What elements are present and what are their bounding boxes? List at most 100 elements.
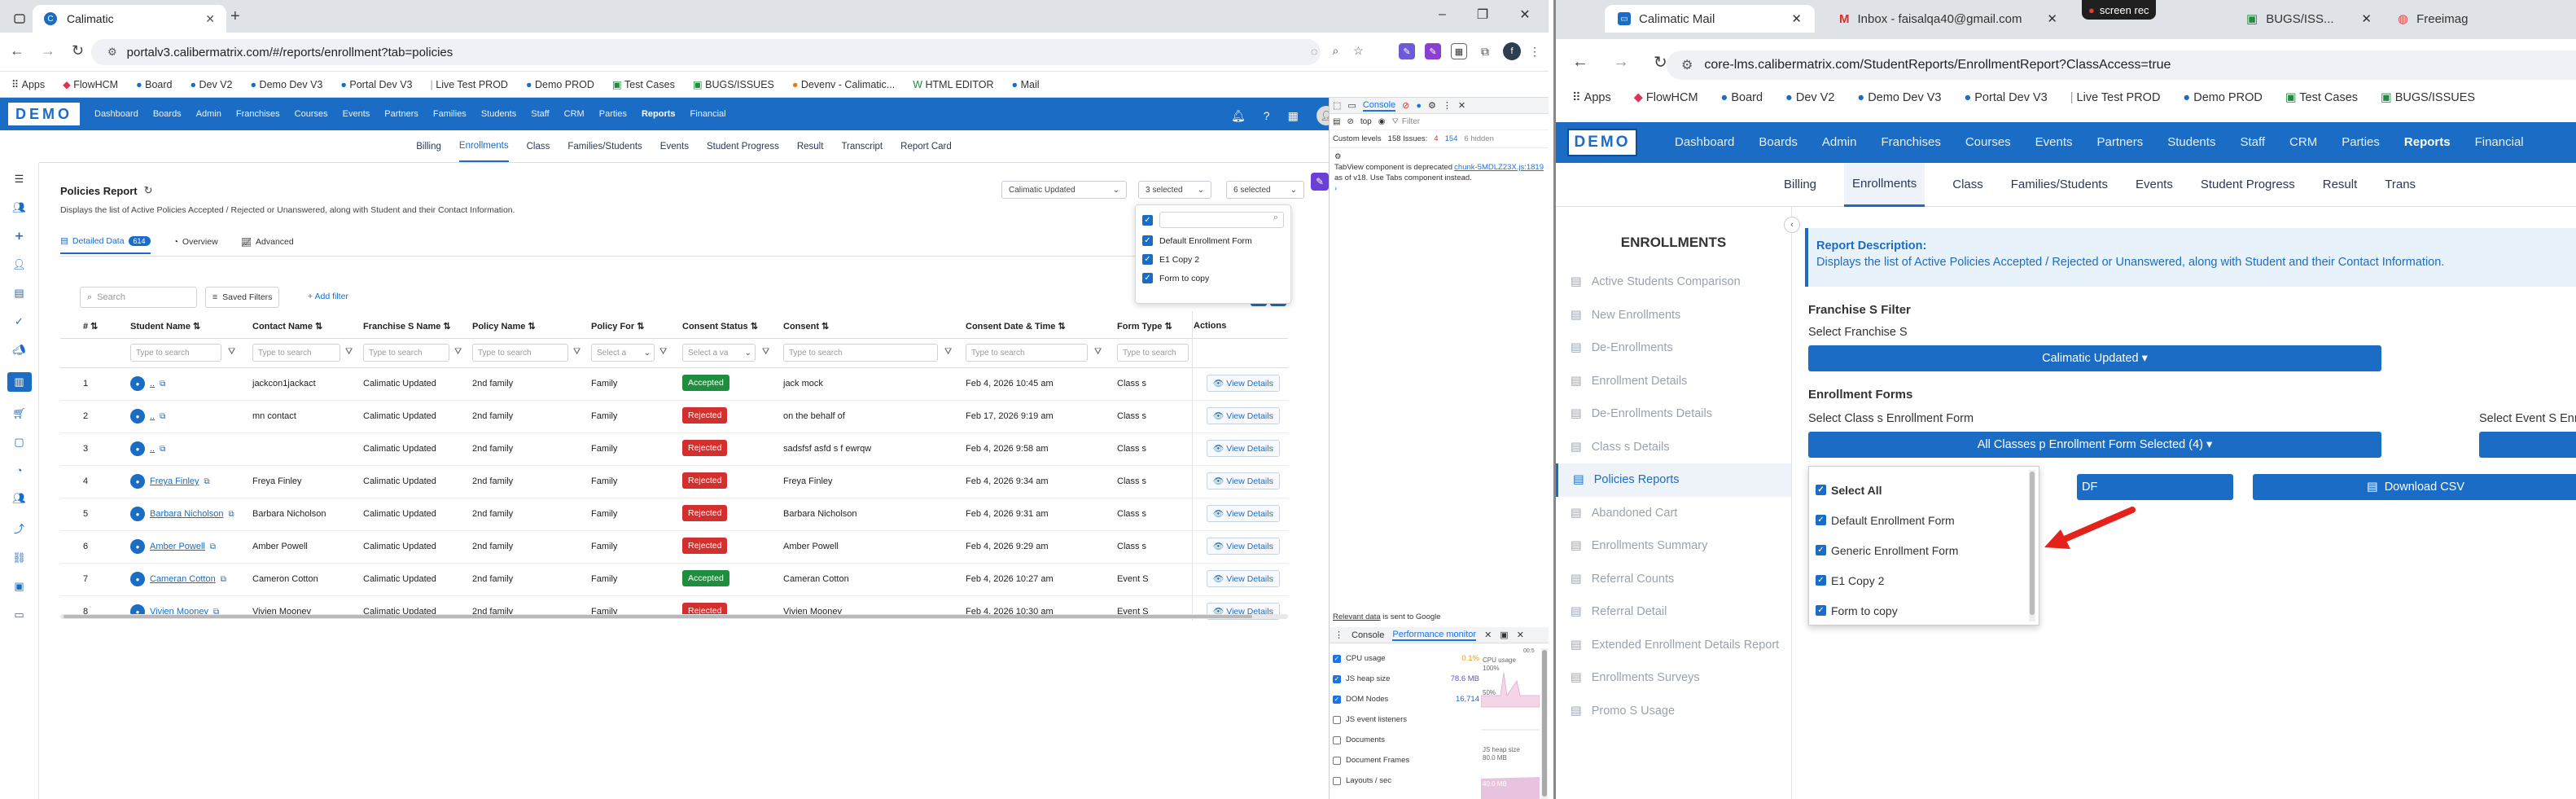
nav-courses[interactable]: Courses bbox=[295, 109, 328, 119]
zoom-icon[interactable]: ⌕ bbox=[1332, 44, 1338, 58]
close-tab-icon[interactable]: ✕ bbox=[205, 12, 215, 26]
tab-events[interactable]: Events bbox=[660, 142, 689, 151]
minimize-icon[interactable]: – bbox=[1439, 7, 1446, 22]
bookmark-portal-dev-v3[interactable]: ● Portal Dev V3 bbox=[340, 79, 412, 90]
tab-billing[interactable]: Billing bbox=[416, 142, 441, 151]
close-tab-icon[interactable]: ✕ bbox=[1484, 630, 1492, 640]
external-link-icon[interactable]: ⧉ bbox=[204, 477, 210, 486]
contact-filter-input[interactable]: Type to search bbox=[252, 344, 340, 362]
student-link[interactable]: Barbara Nicholson bbox=[150, 509, 224, 519]
status-select[interactable]: Select a va ⌄ bbox=[682, 344, 756, 362]
sidebar-item[interactable]: ▤ Referral Counts bbox=[1556, 563, 1791, 596]
bookmark-flowhcm[interactable]: ◆ FlowHCM bbox=[1634, 91, 1698, 104]
tab-transcript[interactable]: Trans bbox=[2385, 178, 2416, 191]
checklist-option[interactable]: ✓ Select All bbox=[1809, 475, 2039, 505]
drawer-performance-tab[interactable]: Performance monitor bbox=[1392, 630, 1477, 641]
nav-admin[interactable]: Admin bbox=[1822, 135, 1857, 149]
view-details-button[interactable]: 👁︎ View Details bbox=[1207, 570, 1280, 587]
perf-metric-row[interactable]: ✓ CPU usage 0.1% bbox=[1333, 648, 1479, 669]
student-link[interactable]: Amber Powell bbox=[150, 542, 205, 551]
nav-staff[interactable]: Staff bbox=[531, 109, 549, 119]
browser-tab-bugs[interactable]: ▣ BUGS/ISS... ✕ bbox=[2233, 5, 2385, 33]
metric-checkbox[interactable]: ✓ bbox=[1333, 674, 1341, 683]
header-contact-name[interactable]: Contact Name ⇅ bbox=[252, 321, 322, 331]
bookmark-demo-dev-v3[interactable]: ● Demo Dev V3 bbox=[1857, 91, 1941, 104]
menu-kebab-icon[interactable]: ⋮ bbox=[1443, 100, 1452, 111]
bookmark-test-cases[interactable]: ▣ Test Cases bbox=[612, 78, 675, 90]
eye-icon[interactable]: ◉ bbox=[1378, 117, 1386, 126]
dropdown-scrollbar-thumb[interactable] bbox=[2030, 472, 2035, 615]
option-checkbox[interactable]: ✓ bbox=[1142, 235, 1153, 246]
nav-crm[interactable]: CRM bbox=[2289, 135, 2317, 149]
view-details-button[interactable]: 👁︎ View Details bbox=[1207, 440, 1280, 457]
nav-admin[interactable]: Admin bbox=[196, 109, 221, 119]
bookmark-board[interactable]: ● Board bbox=[136, 79, 172, 90]
bookmark-dev-v2[interactable]: ● Dev V2 bbox=[190, 79, 232, 90]
cart-icon[interactable]: 🛒︎ bbox=[12, 407, 26, 420]
option-checkbox[interactable]: ✓ bbox=[1816, 605, 1826, 616]
doc-icon[interactable]: ▣ bbox=[14, 580, 24, 593]
checklist-option[interactable]: ✓ Generic Enrollment Form bbox=[1809, 535, 2039, 565]
drawer-console-tab[interactable]: Console bbox=[1352, 630, 1384, 640]
add-filter-button[interactable]: + Add filter bbox=[308, 292, 348, 301]
option-checkbox[interactable]: ✓ bbox=[1142, 254, 1153, 265]
tab-families-students[interactable]: Families/Students bbox=[2011, 178, 2108, 191]
browser-tab-calimatic[interactable]: C Calimatic ✕ bbox=[33, 5, 226, 33]
nav-courses[interactable]: Courses bbox=[1965, 135, 2011, 149]
option-checkbox[interactable]: ✓ bbox=[1816, 515, 1826, 525]
nav-franchises[interactable]: Franchises bbox=[1881, 135, 1940, 149]
sidebar-item[interactable]: ▤ De-Enrollments bbox=[1556, 331, 1791, 365]
sidebar-item[interactable]: ▤ De-Enrollments Details bbox=[1556, 397, 1791, 431]
header-consent-status[interactable]: Consent Status ⇅ bbox=[682, 321, 758, 331]
nav-franchises[interactable]: Franchises bbox=[236, 109, 280, 119]
checklist-option[interactable]: ✓ Form to copy bbox=[1809, 595, 2039, 626]
option-checkbox[interactable]: ✓ bbox=[1816, 545, 1826, 555]
share-icon[interactable]: ⤴ bbox=[14, 520, 24, 536]
nav-crm[interactable]: CRM bbox=[564, 109, 585, 119]
download-csv-button[interactable]: ▤ Download CSV bbox=[2253, 474, 2576, 500]
policy-for-select[interactable]: Select a ⌄ bbox=[591, 344, 655, 362]
event-forms-select-button[interactable] bbox=[2479, 432, 2576, 458]
filter-icon[interactable]: ⛛ bbox=[345, 347, 353, 358]
external-link-icon[interactable]: ⧉ bbox=[160, 380, 165, 389]
header-franchise-name[interactable]: Franchise S Name ⇅ bbox=[363, 321, 451, 331]
nav-students[interactable]: Students bbox=[481, 109, 516, 119]
user-check-icon[interactable]: ✓ bbox=[15, 315, 24, 328]
tab-search-icon[interactable] bbox=[10, 9, 29, 29]
view-details-button[interactable]: 👁︎ View Details bbox=[1207, 538, 1280, 555]
bookmark-apps[interactable]: ⠿ Apps bbox=[11, 78, 45, 90]
bookmark-demo-dev-v3[interactable]: ● Demo Dev V3 bbox=[251, 79, 323, 90]
tab-advanced[interactable]: 📈︎ Advanced bbox=[241, 237, 294, 248]
perf-metric-row[interactable]: Layouts / sec bbox=[1333, 770, 1479, 791]
address-bar[interactable]: ⚙ portalv3.calibermatrix.com/#/reports/e… bbox=[91, 39, 1321, 65]
metric-checkbox[interactable] bbox=[1333, 776, 1341, 785]
view-details-button[interactable]: 👁︎ View Details bbox=[1207, 375, 1280, 392]
new-tab-icon[interactable]: + bbox=[230, 7, 240, 26]
external-link-icon[interactable]: ⧉ bbox=[160, 412, 165, 421]
profile-avatar[interactable]: f bbox=[1503, 42, 1521, 60]
refresh-icon[interactable]: ↻ bbox=[144, 184, 153, 197]
option-checkbox[interactable]: ✓ bbox=[1142, 273, 1153, 283]
browser-tab-calimatic-mail[interactable]: ▭ Calimatic Mail ✕ bbox=[1605, 5, 1815, 33]
address-bar[interactable]: ⚙ core-lms.calibermatrix.com/StudentRepo… bbox=[1667, 50, 2576, 80]
nav-financial[interactable]: Financial bbox=[690, 109, 726, 119]
external-link-icon[interactable]: ⧉ bbox=[221, 575, 226, 584]
view-details-button[interactable]: 👁︎ View Details bbox=[1207, 407, 1280, 424]
header-consent[interactable]: Consent ⇅ bbox=[783, 321, 829, 331]
nav-students[interactable]: Students bbox=[2167, 135, 2215, 149]
student-link[interactable]: .. bbox=[150, 444, 155, 454]
download-pdf-button[interactable]: DF bbox=[2077, 474, 2233, 500]
nav-reports[interactable]: Reports bbox=[2404, 135, 2451, 149]
browser-tab-freeimages[interactable]: ◍ Freeimag bbox=[2385, 5, 2576, 33]
expand-arrow-icon[interactable]: › bbox=[1334, 184, 1337, 193]
extension-icon[interactable]: ✎ bbox=[1425, 43, 1441, 59]
site-info-icon[interactable]: ⚙ bbox=[107, 46, 117, 59]
close-tab-icon[interactable]: ✕ bbox=[2361, 11, 2372, 26]
nav-reports[interactable]: Reports bbox=[642, 109, 676, 119]
pie-icon[interactable]: ◔ bbox=[16, 464, 23, 476]
sidebar-item[interactable]: ▤ Active Students Comparison bbox=[1556, 266, 1791, 299]
tab-result[interactable]: Result bbox=[797, 142, 824, 151]
menu-kebab-icon[interactable]: ⋮ bbox=[1529, 43, 1540, 59]
external-link-icon[interactable]: ⧉ bbox=[229, 510, 234, 519]
external-link-icon[interactable]: ⧉ bbox=[210, 542, 216, 551]
